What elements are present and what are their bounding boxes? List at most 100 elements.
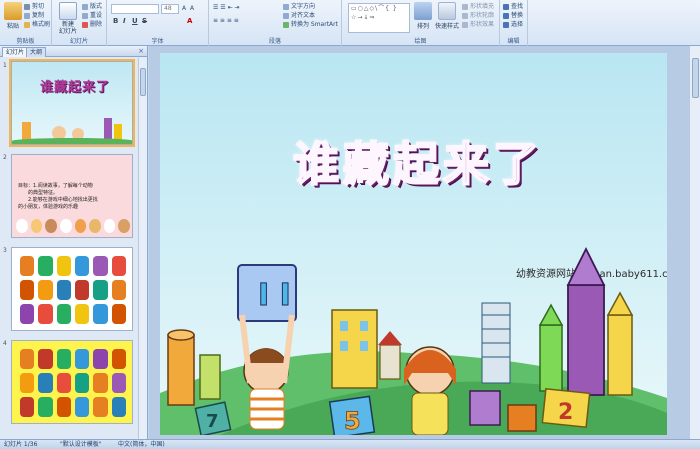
copy-icon xyxy=(24,12,30,19)
paragraph-group: ☰ ☰ ⇤ ⇥ ≡ ≡ ≡ ≡ 文字方向 对齐文本 转换为 SmartArt 段… xyxy=(209,0,342,46)
slide-count: 幻灯片 1/36 xyxy=(4,441,38,448)
select-button[interactable]: 选择 xyxy=(503,21,523,29)
yellow-crayon xyxy=(607,314,633,396)
slide-scrollbar[interactable] xyxy=(689,46,700,439)
text-direction-icon xyxy=(283,3,289,10)
bullets-button[interactable]: ☰ ☰ ⇤ ⇥ xyxy=(213,4,240,12)
arrange-icon xyxy=(414,2,432,20)
panel-tabs: 幻灯片 大纲 × xyxy=(0,46,147,57)
underline-button[interactable]: U xyxy=(132,17,138,25)
thumbnail-animal-grid xyxy=(20,256,126,324)
tab-outline[interactable]: 大纲 xyxy=(26,47,47,57)
block-purple xyxy=(469,390,501,426)
slide-illustration: I I 7 5 2 xyxy=(160,246,667,435)
layout-button[interactable]: 版式 xyxy=(82,3,102,11)
new-slide-button[interactable]: 新建 幻灯片 xyxy=(55,2,81,35)
block-orange xyxy=(507,404,537,432)
close-icon[interactable]: × xyxy=(138,47,144,55)
thumbnail-slide-2[interactable]: 目标：1.阅读故事，了解每个动物 的典型特征。 2.能够在游戏中细心地找出更找 … xyxy=(11,154,133,238)
replace-button[interactable]: 替换 xyxy=(503,12,523,20)
svg-text:I I: I I xyxy=(258,278,291,313)
tab-slides[interactable]: 幻灯片 xyxy=(2,47,29,57)
quick-styles-icon xyxy=(438,2,456,20)
fill-icon xyxy=(462,3,468,10)
scrollbar-thumb[interactable] xyxy=(140,68,146,96)
slide-canvas[interactable]: 谁藏起来了 幼教资源网站 ziyuan.baby611.com xyxy=(160,53,667,435)
italic-button[interactable]: I xyxy=(123,17,126,25)
thumbnail-number: 1 xyxy=(3,62,7,69)
scissors-icon xyxy=(24,3,30,10)
small-house xyxy=(379,344,401,380)
yellow-building xyxy=(331,309,378,389)
theme-name: "默认设计模板" xyxy=(60,441,102,448)
select-icon xyxy=(503,21,509,28)
reset-button[interactable]: 重设 xyxy=(82,12,102,20)
editing-group: 查找 替换 选择 编辑 xyxy=(500,0,528,46)
thumbnail-slide-1[interactable]: 谁藏起来了 xyxy=(9,59,135,147)
thumbnail-animal-row xyxy=(16,219,130,233)
align-text-icon xyxy=(283,12,289,19)
green-crayon xyxy=(539,324,563,392)
reset-icon xyxy=(82,12,88,19)
bold-button[interactable]: B xyxy=(113,17,118,25)
align-buttons[interactable]: ≡ ≡ ≡ ≡ xyxy=(213,17,239,25)
thumbnail-animal-grid xyxy=(20,349,126,417)
font-color-button[interactable]: A xyxy=(187,17,192,25)
status-bar: 幻灯片 1/36 "默认设计模板" 中文(简体，中国) xyxy=(0,439,700,449)
shape-effects-button[interactable]: 形状效果 xyxy=(462,21,494,29)
format-painter-button[interactable]: 格式刷 xyxy=(24,21,50,29)
slides-group: 新建 幻灯片 版式 重设 删除 幻灯片 xyxy=(52,0,107,46)
font-group: 48 A A B I U S A 字体 xyxy=(107,0,209,46)
arrange-button[interactable]: 排列 xyxy=(412,2,434,30)
thumbnail-slide-4[interactable] xyxy=(11,340,133,424)
language-indicator[interactable]: 中文(简体，中国) xyxy=(118,440,165,449)
ribbon: 粘贴 剪切 复制 格式刷 剪贴板 新建 幻灯片 版式 重设 删除 幻灯片 48 … xyxy=(0,0,700,46)
slide-editor: 谁藏起来了 幼教资源网站 ziyuan.baby611.com xyxy=(149,46,700,439)
thumbnail-list: 1 谁藏起来了 2 目标：1.阅读故事，了解每个动物 的典型特征。 2.能够在游… xyxy=(0,58,138,439)
svg-text:7: 7 xyxy=(206,411,219,432)
svg-text:5: 5 xyxy=(344,407,361,435)
clipboard-label: 剪贴板 xyxy=(16,38,35,45)
font-name-input[interactable] xyxy=(111,4,159,14)
smartart-icon xyxy=(283,21,289,28)
font-size-input[interactable]: 48 xyxy=(161,4,179,14)
clipboard-group: 粘贴 剪切 复制 格式刷 剪贴板 xyxy=(0,0,52,46)
delete-button[interactable]: 删除 xyxy=(82,21,102,29)
thumbnail-slide-3[interactable] xyxy=(11,247,133,331)
thumbnail-number: 4 xyxy=(3,340,7,347)
shape-outline-button[interactable]: 形状轮廓 xyxy=(462,12,494,20)
paste-button[interactable]: 粘贴 xyxy=(2,2,24,30)
layout-icon xyxy=(82,3,88,10)
svg-text:2: 2 xyxy=(558,400,573,425)
grow-font-button[interactable]: A xyxy=(182,5,186,13)
thumbnail-scrollbar[interactable] xyxy=(138,58,147,439)
new-slide-icon xyxy=(59,2,77,20)
outline-icon xyxy=(462,12,468,19)
thumbnail-illustration xyxy=(12,106,132,144)
shrink-font-button[interactable]: A xyxy=(190,5,194,13)
shape-fill-button[interactable]: 形状填充 xyxy=(462,3,494,11)
find-button[interactable]: 查找 xyxy=(503,3,523,11)
purple-crayon xyxy=(567,284,605,396)
orange-tower xyxy=(167,334,195,406)
scrollbar-thumb[interactable] xyxy=(692,58,699,98)
girl-body xyxy=(411,392,449,435)
brush-icon xyxy=(24,21,30,28)
shapes-gallery[interactable]: ▭○△◇\⌒{ }☆→↓⇒ xyxy=(348,3,410,33)
paste-icon xyxy=(4,2,22,20)
find-icon xyxy=(503,3,509,10)
font-label: 字体 xyxy=(151,38,164,45)
copy-button[interactable]: 复制 xyxy=(24,12,44,20)
thumbnail-title: 谁藏起来了 xyxy=(40,80,111,95)
drawing-group: ▭○△◇\⌒{ }☆→↓⇒ 排列 快速样式 形状填充 形状轮廓 形状效果 绘图 xyxy=(342,0,500,46)
effects-icon xyxy=(462,21,468,28)
smartart-button[interactable]: 转换为 SmartArt xyxy=(283,21,338,29)
slides-label: 幻灯片 xyxy=(69,38,88,45)
strikethrough-button[interactable]: S xyxy=(142,17,147,25)
quick-styles-button[interactable]: 快速样式 xyxy=(434,2,460,30)
delete-icon xyxy=(82,21,88,28)
cut-button[interactable]: 剪切 xyxy=(24,3,44,11)
align-text-button[interactable]: 对齐文本 xyxy=(283,12,315,20)
paragraph-label: 段落 xyxy=(268,38,281,45)
text-direction-button[interactable]: 文字方向 xyxy=(283,3,315,11)
